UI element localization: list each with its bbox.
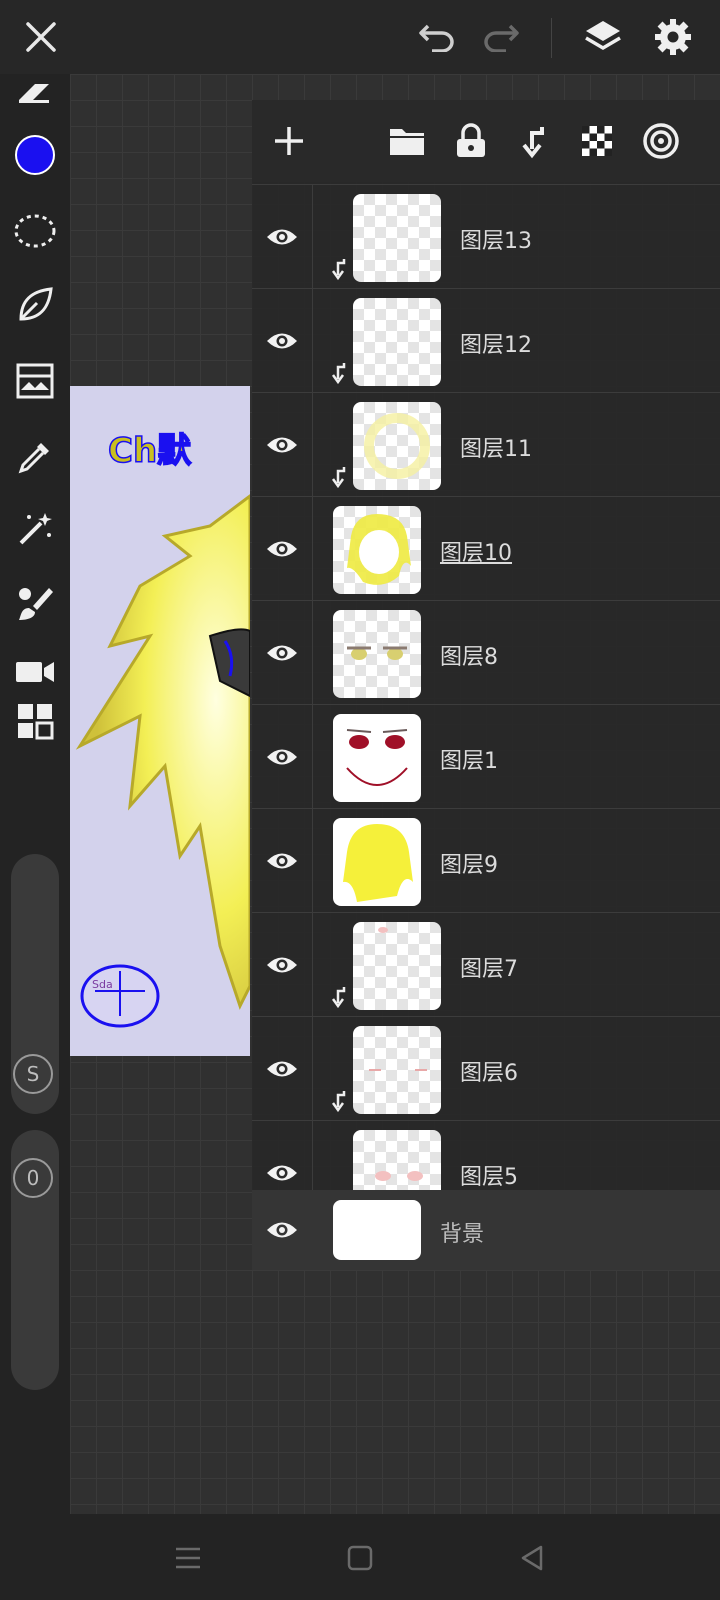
layer-row[interactable]: 图层9: [252, 808, 720, 913]
clip-arrow-icon: [331, 987, 346, 1009]
layers-panel: 图层13 图层12 图层11 图层10 图层8 图层1 图层9 图层7 图层6 …: [252, 100, 720, 1270]
eye-icon[interactable]: [252, 1190, 312, 1270]
layer-row[interactable]: 图层13: [252, 184, 720, 289]
artwork-title: Ch默: [108, 431, 192, 471]
artwork-canvas[interactable]: Ch默 Sda: [70, 386, 250, 1056]
background-layer-row[interactable]: 背景: [252, 1190, 720, 1270]
layer-name: 背景: [440, 1222, 485, 1247]
layer-thumbnail: [353, 194, 441, 282]
panels-icon[interactable]: [10, 696, 60, 746]
layers-toolbar: [252, 100, 720, 182]
layer-name: 图层6: [460, 1061, 518, 1086]
layer-list[interactable]: 图层13 图层12 图层11 图层10 图层8 图层1 图层9 图层7 图层6 …: [252, 184, 720, 1190]
left-toolbar: S 0: [0, 74, 70, 1514]
layer-row[interactable]: 图层5: [252, 1120, 720, 1190]
layer-thumbnail: [353, 1130, 441, 1190]
layer-thumbnail: [333, 1200, 421, 1260]
layer-thumbnail: [333, 818, 421, 906]
eye-icon[interactable]: [252, 289, 313, 393]
layer-thumbnail: [353, 1026, 441, 1114]
layer-name: 图层1: [440, 749, 498, 774]
layer-thumbnail: [353, 298, 441, 386]
system-nav-bar: [0, 1514, 720, 1600]
layer-thumbnail: [333, 714, 421, 802]
eye-icon[interactable]: [252, 913, 313, 1017]
eye-icon[interactable]: [252, 185, 313, 289]
plus-icon[interactable]: [264, 116, 314, 166]
layer-row[interactable]: 图层6: [252, 1016, 720, 1121]
clip-arrow-icon: [331, 363, 346, 385]
layer-name: 图层10: [440, 541, 512, 566]
fill-brush-icon[interactable]: [10, 579, 60, 629]
clip-arrow-icon: [331, 1091, 346, 1113]
eye-icon[interactable]: [252, 393, 313, 497]
eyedropper-icon[interactable]: [10, 432, 60, 482]
layer-row[interactable]: 图层11: [252, 392, 720, 497]
image-icon[interactable]: [10, 356, 60, 406]
layer-row[interactable]: 图层1: [252, 704, 720, 809]
layer-row[interactable]: 图层8: [252, 600, 720, 705]
eye-icon[interactable]: [252, 1121, 313, 1190]
eye-icon[interactable]: [252, 1017, 313, 1121]
artwork-signature: Sda: [92, 978, 113, 991]
color-swatch[interactable]: [10, 130, 60, 180]
eye-icon[interactable]: [252, 497, 313, 601]
eye-icon[interactable]: [252, 705, 313, 809]
lock-icon[interactable]: [446, 116, 496, 166]
redo-icon[interactable]: [478, 14, 524, 60]
layer-thumbnail: [333, 506, 421, 594]
layer-thumbnail: [333, 610, 421, 698]
layer-row[interactable]: 图层12: [252, 288, 720, 393]
magic-wand-icon[interactable]: [10, 504, 60, 554]
lasso-icon[interactable]: [10, 206, 60, 256]
video-icon[interactable]: [10, 646, 60, 696]
brush-size-knob[interactable]: S: [13, 1054, 53, 1094]
layers-icon[interactable]: [580, 14, 626, 60]
eraser-icon[interactable]: [10, 66, 60, 116]
checker-icon[interactable]: [572, 116, 622, 166]
layer-name: 图层11: [460, 437, 532, 462]
gear-icon[interactable]: [650, 14, 696, 60]
top-bar: [0, 0, 720, 74]
eye-icon[interactable]: [252, 809, 313, 913]
clip-arrow-icon[interactable]: [508, 116, 558, 166]
clip-arrow-icon: [331, 467, 346, 489]
layer-name: 图层12: [460, 333, 532, 358]
target-icon[interactable]: [636, 116, 686, 166]
folder-icon[interactable]: [382, 116, 432, 166]
home-icon[interactable]: [340, 1538, 380, 1578]
brush-opacity-knob[interactable]: 0: [13, 1158, 53, 1198]
topbar-divider: [551, 18, 552, 58]
close-icon[interactable]: [18, 14, 64, 60]
layer-name: 图层9: [440, 853, 498, 878]
layer-row[interactable]: 图层10: [252, 496, 720, 601]
layer-thumbnail: [353, 402, 441, 490]
layer-name: 图层8: [440, 645, 498, 670]
undo-icon[interactable]: [414, 14, 460, 60]
leaf-brush-icon[interactable]: [10, 280, 60, 330]
clip-arrow-icon: [331, 259, 346, 281]
layer-name: 图层5: [460, 1165, 518, 1190]
back-icon[interactable]: [512, 1538, 552, 1578]
layer-name: 图层7: [460, 957, 518, 982]
layer-name: 图层13: [460, 229, 532, 254]
layer-row[interactable]: 图层7: [252, 912, 720, 1017]
eye-icon[interactable]: [252, 601, 313, 705]
menu-icon[interactable]: [168, 1538, 208, 1578]
layer-thumbnail: [353, 922, 441, 1010]
